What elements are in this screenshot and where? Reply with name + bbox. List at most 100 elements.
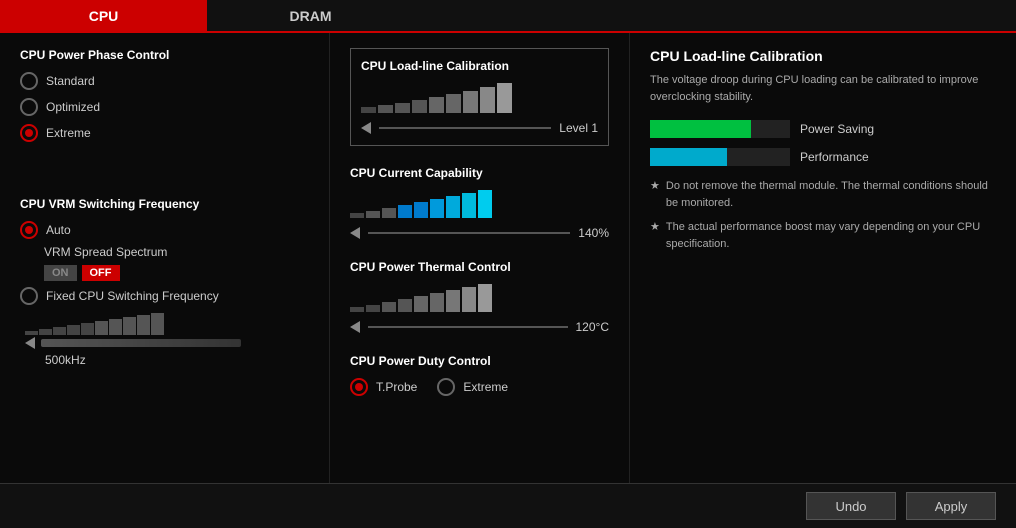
right-panel: CPU Load-line Calibration The voltage dr… [630, 33, 1016, 483]
freq-staircase [25, 313, 309, 335]
freq-value: 500kHz [45, 353, 309, 367]
cur-bar-8 [462, 193, 476, 218]
current-arrow [350, 227, 360, 239]
freq-slider-container: 500kHz [20, 313, 309, 367]
vrm-auto-radio[interactable] [20, 221, 38, 239]
therm-bar-7 [446, 290, 460, 312]
thermal-slider[interactable] [368, 326, 568, 328]
freq-bar-2 [39, 329, 52, 335]
freq-bar-7 [109, 319, 122, 335]
cal-bar-6 [446, 94, 461, 113]
duty-tprobe-radio[interactable] [350, 378, 368, 396]
therm-bar-2 [366, 305, 380, 312]
bar-row-performance: Performance [650, 148, 996, 166]
undo-button[interactable]: Undo [806, 492, 896, 520]
cal-bar-5 [429, 97, 444, 113]
apply-button[interactable]: Apply [906, 492, 996, 520]
notes-section: ★ Do not remove the thermal module. The … [650, 178, 996, 252]
bar-row-power-saving: Power Saving [650, 120, 996, 138]
tab-cpu[interactable]: CPU [0, 0, 207, 31]
bar-power-saving-container [650, 120, 790, 138]
calibration-arrow [361, 122, 371, 134]
thermal-value: 120°C [576, 320, 610, 334]
note-1: ★ Do not remove the thermal module. The … [650, 178, 996, 211]
duty-extreme-radio[interactable] [437, 378, 455, 396]
bar-power-saving-fill [650, 120, 751, 138]
phase-standard-radio[interactable] [20, 72, 38, 90]
cur-bar-7 [446, 196, 460, 218]
calibration-title: CPU Load-line Calibration [361, 59, 598, 73]
middle-panel: CPU Load-line Calibration Level 1 CPU Cu… [330, 33, 630, 483]
vrm-spread-group: VRM Spread Spectrum [44, 245, 309, 259]
cur-bar-2 [366, 211, 380, 218]
phase-extreme-radio[interactable] [20, 124, 38, 142]
thermal-slider-row: 120°C [350, 320, 609, 334]
fixed-freq-radio[interactable] [20, 287, 38, 305]
vrm-title: CPU VRM Switching Frequency [20, 197, 309, 211]
current-value: 140% [578, 226, 609, 240]
cal-bar-8 [480, 87, 495, 113]
cur-bar-3 [382, 208, 396, 218]
duty-section: CPU Power Duty Control T.Probe Extreme [350, 354, 609, 396]
therm-bar-1 [350, 307, 364, 312]
phase-options: Standard Optimized Extreme [20, 72, 309, 142]
bottom-bar: Undo Apply [0, 483, 1016, 528]
duty-options: T.Probe Extreme [350, 378, 609, 396]
vrm-spread-label: VRM Spread Spectrum [44, 245, 167, 259]
therm-bar-6 [430, 293, 444, 312]
calibration-section: CPU Load-line Calibration Level 1 [350, 48, 609, 146]
duty-extreme[interactable]: Extreme [437, 378, 508, 396]
tab-dram[interactable]: DRAM [207, 0, 414, 31]
cur-bar-4 [398, 205, 412, 218]
cal-bar-3 [395, 103, 410, 113]
cur-bar-1 [350, 213, 364, 218]
calibration-graphic [361, 83, 598, 113]
main-content: CPU Power Phase Control Standard Optimiz… [0, 33, 1016, 483]
calibration-slider-row: Level 1 [361, 121, 598, 135]
freq-slider-row [25, 337, 309, 349]
note-2-star: ★ [650, 219, 660, 252]
freq-track[interactable] [41, 339, 241, 347]
cur-bar-5 [414, 202, 428, 218]
current-graphic [350, 190, 609, 218]
therm-bar-8 [462, 287, 476, 312]
phase-optimized[interactable]: Optimized [20, 98, 309, 116]
phase-title: CPU Power Phase Control [20, 48, 309, 62]
thermal-graphic [350, 284, 609, 312]
freq-bar-9 [137, 315, 150, 335]
phase-optimized-radio[interactable] [20, 98, 38, 116]
duty-tprobe[interactable]: T.Probe [350, 378, 417, 396]
duty-title: CPU Power Duty Control [350, 354, 609, 368]
current-slider[interactable] [368, 232, 570, 234]
thermal-title: CPU Power Thermal Control [350, 260, 609, 274]
cur-bar-9 [478, 190, 492, 218]
cal-bar-1 [361, 107, 376, 113]
calibration-slider[interactable] [379, 127, 551, 129]
toggle-on-button[interactable]: ON [44, 265, 77, 281]
freq-bar-8 [123, 317, 136, 335]
freq-bar-3 [53, 327, 66, 335]
current-title: CPU Current Capability [350, 166, 609, 180]
therm-bar-4 [398, 299, 412, 312]
cal-bar-9 [497, 83, 512, 113]
freq-arrow [25, 337, 35, 349]
therm-bar-5 [414, 296, 428, 312]
phase-standard[interactable]: Standard [20, 72, 309, 90]
tab-bar: CPU DRAM [0, 0, 1016, 33]
freq-bar-5 [81, 323, 94, 335]
therm-bar-9 [478, 284, 492, 312]
fixed-freq-option[interactable]: Fixed CPU Switching Frequency [20, 287, 309, 305]
thermal-section: CPU Power Thermal Control 120°C [350, 260, 609, 334]
thermal-arrow [350, 321, 360, 333]
vrm-auto[interactable]: Auto [20, 221, 309, 239]
left-panel: CPU Power Phase Control Standard Optimiz… [0, 33, 330, 483]
freq-bar-4 [67, 325, 80, 335]
note-1-text: Do not remove the thermal module. The th… [666, 178, 996, 211]
toggle-off-button[interactable]: OFF [82, 265, 120, 281]
current-slider-row: 140% [350, 226, 609, 240]
bar-performance-fill [650, 148, 727, 166]
phase-extreme[interactable]: Extreme [20, 124, 309, 142]
note-2-text: The actual performance boost may vary de… [666, 219, 996, 252]
note-1-star: ★ [650, 178, 660, 211]
freq-bar-6 [95, 321, 108, 335]
